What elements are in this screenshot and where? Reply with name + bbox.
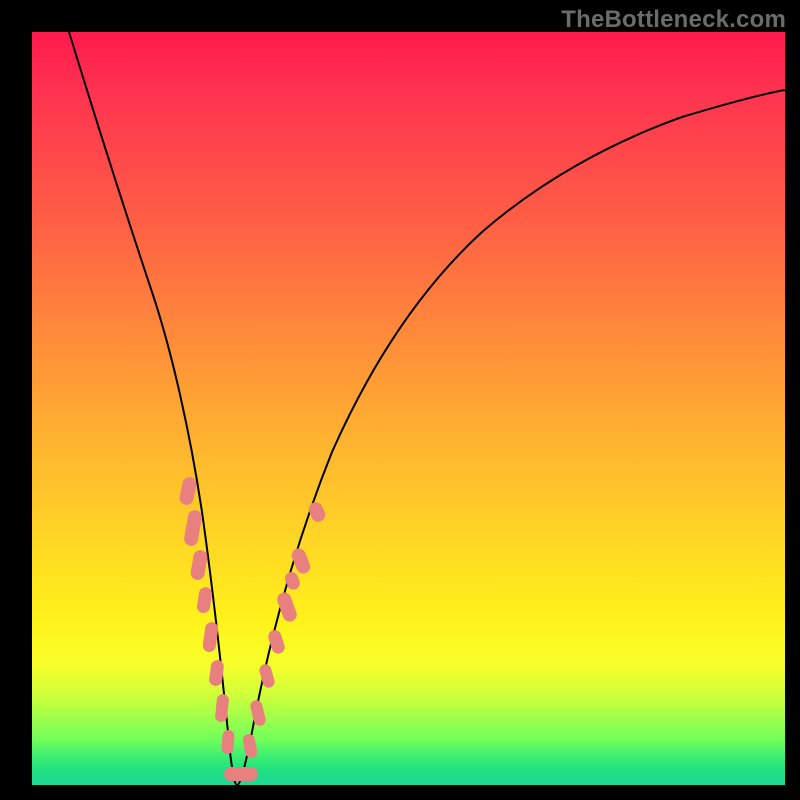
main-curve-group <box>69 32 785 785</box>
marker-point <box>202 621 219 653</box>
marker-point <box>196 586 213 614</box>
bottleneck-curve <box>69 32 785 785</box>
chart-frame: TheBottleneck.com <box>0 0 800 800</box>
marker-point <box>221 730 235 755</box>
marker-point <box>249 699 267 727</box>
marker-point <box>242 733 259 759</box>
marker-point <box>190 549 209 581</box>
marker-point <box>224 767 258 781</box>
curve-svg <box>32 32 785 785</box>
marker-point <box>183 509 203 547</box>
plot-area <box>32 32 785 785</box>
marker-point <box>178 476 198 506</box>
marker-point <box>307 500 328 524</box>
marker-point <box>275 591 298 624</box>
marker-group <box>178 476 327 781</box>
watermark-text: TheBottleneck.com <box>561 6 786 34</box>
